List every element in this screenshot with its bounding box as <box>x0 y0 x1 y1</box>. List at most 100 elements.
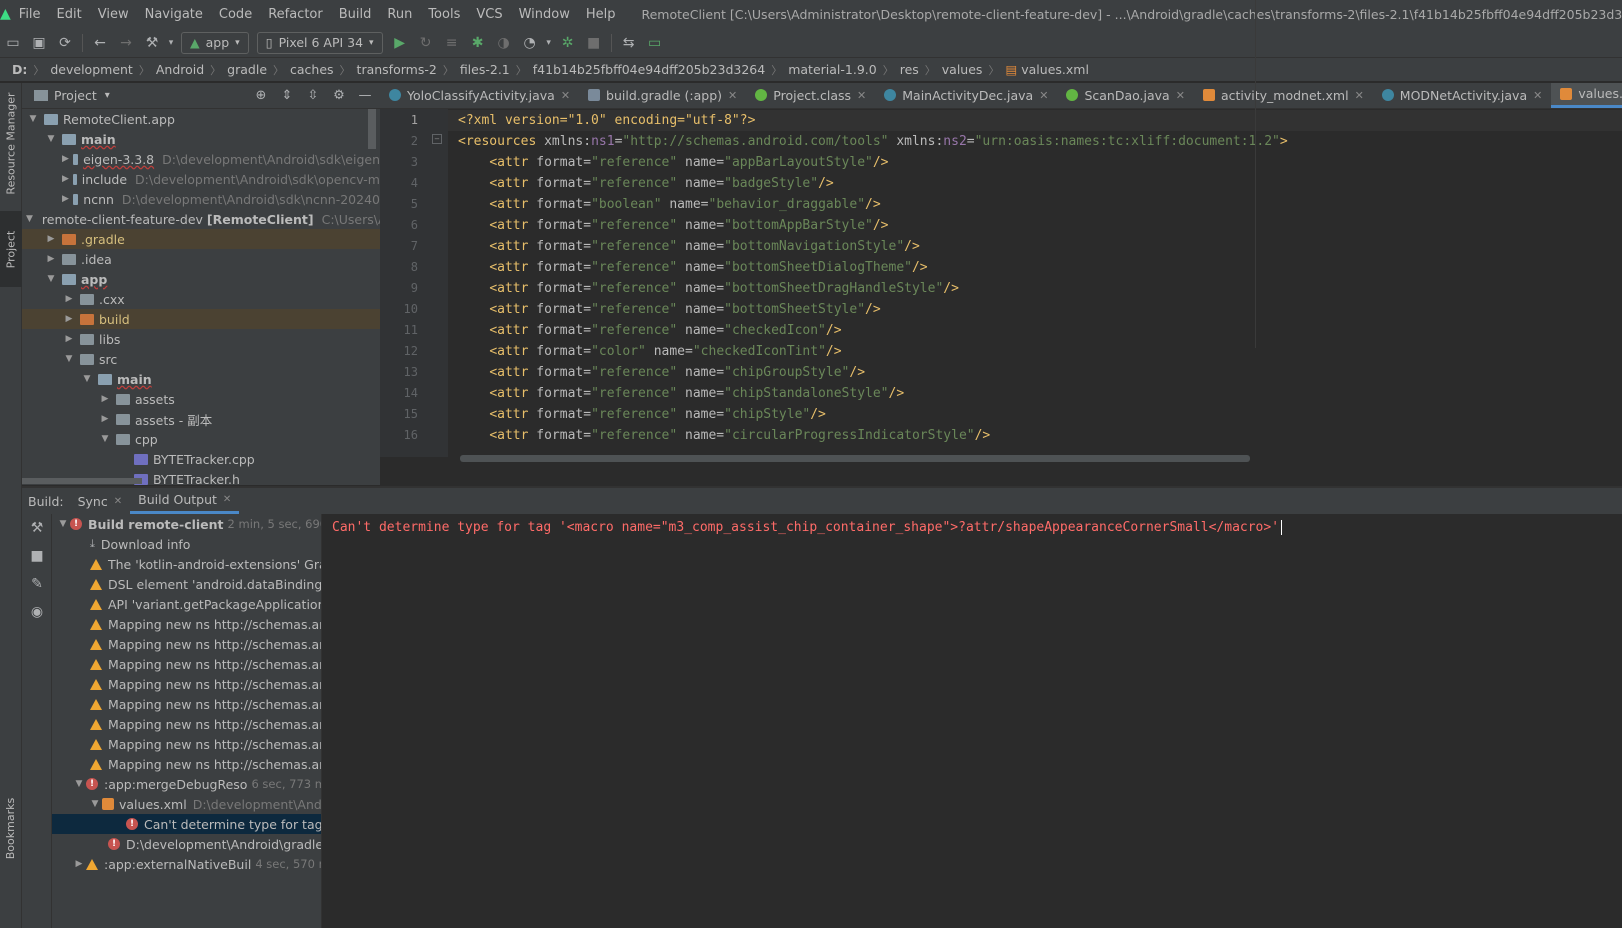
breadcrumb-item[interactable]: Android <box>156 62 204 77</box>
chevron-right-icon[interactable]: ▶ <box>44 254 58 264</box>
open-folder-icon[interactable]: ▭ <box>0 31 26 55</box>
chevron-right-icon[interactable]: ▶ <box>44 234 58 244</box>
project-tool-tab[interactable]: Project <box>0 211 22 287</box>
build-tree-row[interactable]: API 'variant.getPackageApplication() <box>52 594 321 614</box>
menu-edit[interactable]: Edit <box>49 7 90 22</box>
tab-activity-modnet-xml[interactable]: activity_modnet.xml ✕ <box>1194 83 1373 108</box>
build-tree-row[interactable]: ▼ ! Build remote-client 2 min, 5 sec, 69… <box>52 514 321 534</box>
tab-project-class[interactable]: Project.class ✕ <box>746 83 875 108</box>
build-tree-row[interactable]: DSL element 'android.dataBinding.e <box>52 574 321 594</box>
chevron-down-icon[interactable]: ▼ <box>98 434 112 444</box>
chevron-right-icon[interactable]: ▶ <box>62 334 76 344</box>
project-vertical-scrollbar[interactable] <box>368 109 376 149</box>
chevron-down-icon[interactable]: ▼ <box>44 134 58 144</box>
eye-icon[interactable]: ◉ <box>22 598 52 626</box>
menu-window[interactable]: Window <box>511 7 578 22</box>
chevron-down-icon[interactable]: ▼ <box>62 354 76 364</box>
attach-debugger-icon[interactable]: ✲ <box>555 31 581 55</box>
editor-horizontal-scrollbar[interactable] <box>460 455 1250 462</box>
code-editor[interactable]: 1 2 3 4 5 6 7 8 9 10 11 12 13 14 15 16 <?xml version="1… <box>380 109 1622 457</box>
build-tree-row[interactable]: Mapping new ns http://schemas.anc <box>52 714 321 734</box>
debug-bug-icon[interactable]: ✱ <box>465 31 491 55</box>
menu-tools[interactable]: Tools <box>420 7 468 22</box>
chevron-right-icon[interactable]: ▶ <box>62 314 76 324</box>
tab-modnet-activity[interactable]: MODNetActivity.java ✕ <box>1373 83 1552 108</box>
pin-icon[interactable]: ✎ <box>22 570 52 598</box>
collapse-all-icon[interactable]: ⇳ <box>302 88 324 103</box>
menu-run[interactable]: Run <box>379 7 420 22</box>
build-tree-row[interactable]: ⤓ Download info <box>52 534 321 554</box>
bookmarks-tool-tab[interactable]: Bookmarks <box>0 783 22 873</box>
run-play-icon[interactable]: ▶ <box>387 31 413 55</box>
close-icon[interactable]: ✕ <box>728 89 737 102</box>
stop-icon[interactable]: ■ <box>581 31 607 55</box>
coverage-icon[interactable]: ◑ <box>491 31 517 55</box>
close-icon[interactable]: ✕ <box>114 496 122 507</box>
sync-icon[interactable]: ⟳ <box>52 31 78 55</box>
tree-item[interactable]: ▶ .idea <box>22 249 380 269</box>
chevron-down-icon[interactable]: ▾ <box>165 31 177 55</box>
gear-icon[interactable]: ⚙ <box>328 88 350 103</box>
close-icon[interactable]: ✕ <box>561 89 570 102</box>
tree-item[interactable]: ▶ .cxx <box>22 289 380 309</box>
tab-yolo-classify-activity[interactable]: YoloClassifyActivity.java ✕ <box>380 83 579 108</box>
breadcrumb-item-current[interactable]: values.xml <box>1021 62 1089 77</box>
build-tree-row[interactable]: Mapping new ns http://schemas.anc <box>52 754 321 774</box>
close-icon[interactable]: ✕ <box>1533 89 1542 102</box>
breadcrumb-item[interactable]: D: <box>12 62 27 77</box>
menu-refactor[interactable]: Refactor <box>260 7 331 22</box>
chevron-down-icon[interactable]: ▼ <box>72 779 86 789</box>
close-icon[interactable]: ✕ <box>1355 89 1364 102</box>
hide-panel-icon[interactable]: — <box>354 88 376 103</box>
chevron-down-icon[interactable]: ▼ <box>88 799 102 809</box>
menu-file[interactable]: File <box>11 7 49 22</box>
tab-build-output[interactable]: Build Output ✕ <box>130 488 240 514</box>
make-project-hammer-icon[interactable]: ⚒ <box>139 31 165 55</box>
breadcrumb-item[interactable]: caches <box>290 62 334 77</box>
tree-item[interactable]: ▼ main <box>22 369 380 389</box>
tree-item[interactable]: ▶ .gradle <box>22 229 380 249</box>
build-tree-row[interactable]: Mapping new ns http://schemas.anc <box>52 674 321 694</box>
menu-navigate[interactable]: Navigate <box>137 7 211 22</box>
tree-item[interactable]: ▼ remote-client-feature-dev [RemoteClien… <box>22 209 380 229</box>
chevron-down-icon[interactable]: ▼ <box>26 114 40 124</box>
chevron-down-icon[interactable]: ▾ <box>543 31 555 55</box>
chevron-right-icon[interactable]: ▶ <box>62 294 76 304</box>
build-tree-row[interactable]: ▼ values.xml D:\development\Andr <box>52 794 321 814</box>
save-all-icon[interactable]: ▣ <box>26 31 52 55</box>
tree-item[interactable]: ▶ eigen-3.3.8 D:\development\Android\sdk… <box>22 149 380 169</box>
build-tree-row[interactable]: Mapping new ns http://schemas.anc <box>52 634 321 654</box>
device-selector[interactable]: ▯ Pixel 6 API 34 ▾ <box>256 31 383 54</box>
build-tree-row[interactable]: ▼ ! :app:mergeDebugReso 6 sec, 773 ms <box>52 774 321 794</box>
chevron-right-icon[interactable]: ▶ <box>62 154 69 164</box>
tab-main-activity-dec[interactable]: MainActivityDec.java ✕ <box>875 83 1057 108</box>
run-config-selector[interactable]: ▲ app ▾ <box>181 31 249 54</box>
build-tree-row[interactable]: Mapping new ns http://schemas.anc <box>52 694 321 714</box>
menu-code[interactable]: Code <box>211 7 260 22</box>
tree-item[interactable]: ▶ include D:\development\Android\sdk\ope… <box>22 169 380 189</box>
chevron-right-icon[interactable]: ▶ <box>98 394 112 404</box>
back-arrow-icon[interactable]: ← <box>87 31 113 55</box>
breadcrumb-item[interactable]: development <box>50 62 132 77</box>
gradle-sync-elephant-icon[interactable]: ⇆ <box>616 31 642 55</box>
chevron-down-icon[interactable]: ▼ <box>56 519 70 529</box>
tree-item[interactable]: ▶ assets <box>22 389 380 409</box>
expand-all-icon[interactable]: ⇕ <box>276 88 298 103</box>
close-icon[interactable]: ✕ <box>1039 89 1048 102</box>
close-icon[interactable]: ✕ <box>857 89 866 102</box>
chevron-down-icon[interactable]: ▼ <box>80 374 94 384</box>
project-horizontal-scrollbar[interactable] <box>22 478 142 484</box>
close-icon[interactable]: ✕ <box>223 494 231 505</box>
profile-icon[interactable]: ◔ <box>517 31 543 55</box>
close-icon[interactable]: ✕ <box>1176 89 1185 102</box>
fold-marker-icon[interactable]: − <box>432 134 442 144</box>
tree-item[interactable]: ▼ RemoteClient.app <box>22 109 380 129</box>
build-tree-row[interactable]: Mapping new ns http://schemas.anc <box>52 734 321 754</box>
chevron-right-icon[interactable]: ▶ <box>72 859 86 869</box>
build-tree-row[interactable]: Mapping new ns http://schemas.anc <box>52 614 321 634</box>
build-tree-row-selected[interactable]: ! Can't determine type for tag ' <box>52 814 321 834</box>
tree-item[interactable]: ▶ ncnn D:\development\Android\sdk\ncnn-2… <box>22 189 380 209</box>
tree-item[interactable]: ▼ cpp <box>22 429 380 449</box>
tree-item[interactable]: ▼ src <box>22 349 380 369</box>
stop-icon[interactable]: ■ <box>22 542 52 570</box>
